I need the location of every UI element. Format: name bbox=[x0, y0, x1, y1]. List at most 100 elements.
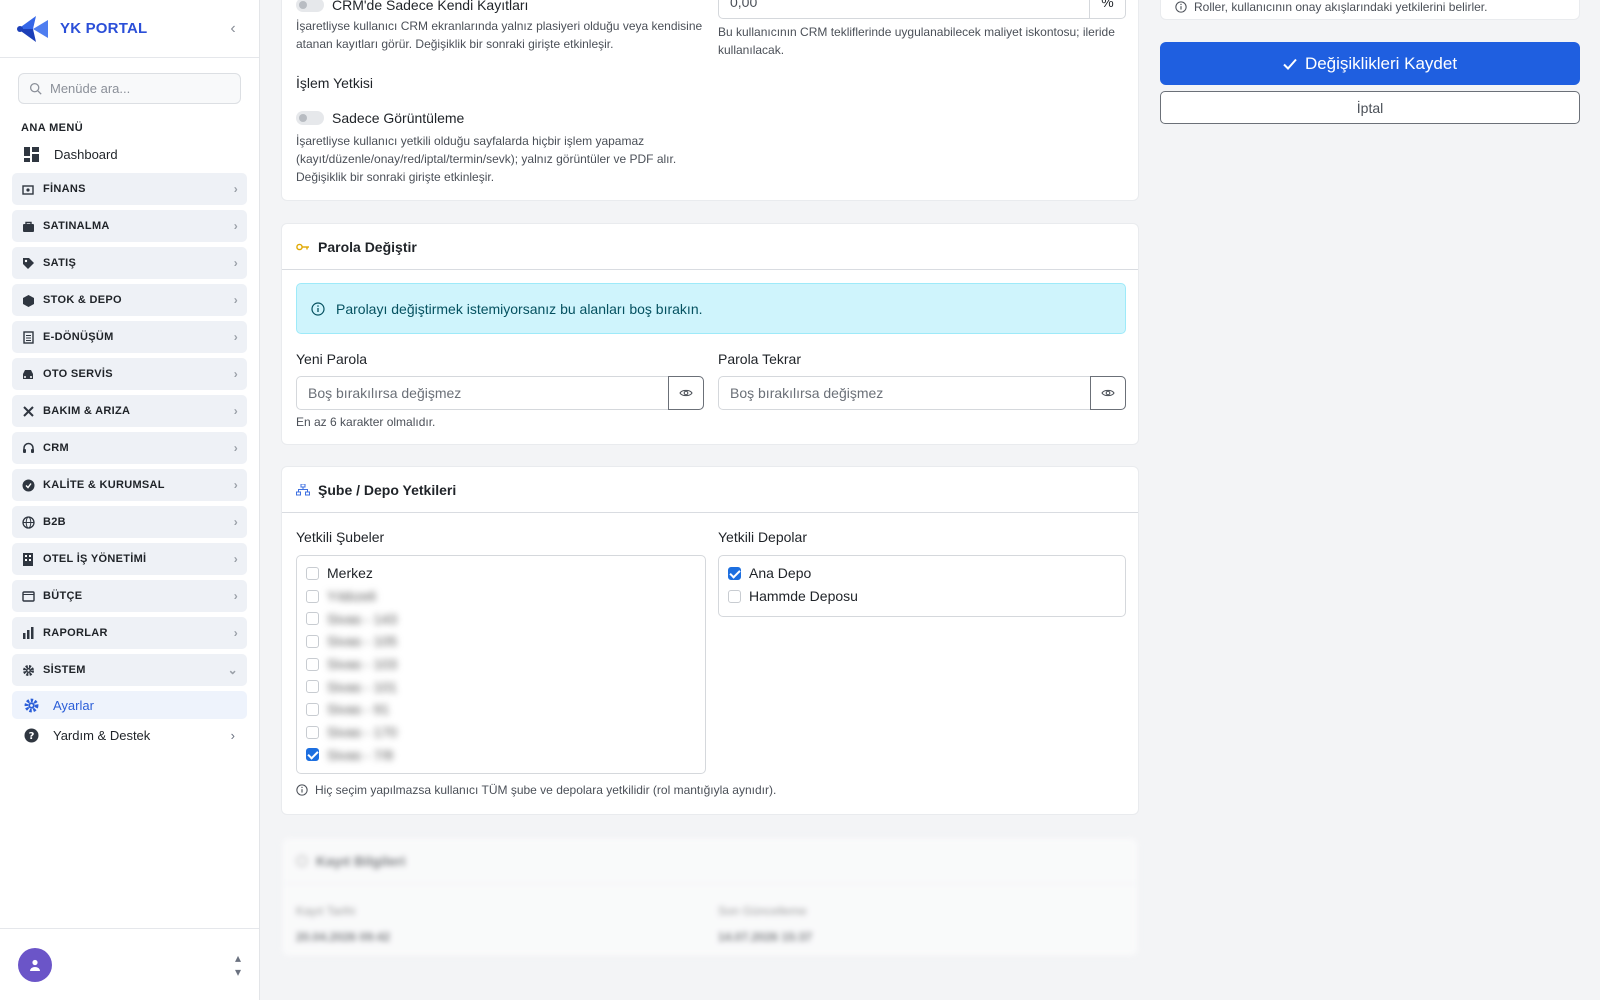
menu-search-input[interactable]: Menüde ara... bbox=[18, 73, 241, 104]
nav-group-label: BAKIM & ARIZA bbox=[43, 405, 131, 417]
toggle-password-visibility-button[interactable] bbox=[668, 376, 704, 410]
branch-checkbox-row[interactable]: Merkez bbox=[306, 562, 696, 585]
brand-logo-icon bbox=[17, 15, 48, 42]
branch-checkbox-row[interactable]: Sivas - 103 bbox=[306, 653, 696, 676]
nav-group-stok[interactable]: STOK & DEPO › bbox=[12, 284, 247, 316]
nav-group-satinalma[interactable]: SATINALMA › bbox=[12, 210, 247, 242]
new-password-help: En az 6 karakter olmalıdır. bbox=[296, 415, 436, 429]
depot-checkbox-row[interactable]: Ana Depo bbox=[728, 562, 1116, 585]
depot-checkbox[interactable] bbox=[728, 589, 741, 603]
nav-help[interactable]: ? Yardım & Destek › bbox=[12, 721, 247, 749]
depot-list[interactable]: Ana Depo Hammde Deposu bbox=[718, 555, 1126, 617]
save-changes-button[interactable]: Değişiklikleri Kaydet bbox=[1160, 42, 1580, 85]
branch-checkbox[interactable] bbox=[306, 657, 319, 671]
nav-group-butce[interactable]: BÜTÇE › bbox=[12, 580, 247, 612]
nav-group-raporlar[interactable]: RAPORLAR › bbox=[12, 617, 247, 649]
branch-checkbox-row[interactable]: Sivas - 91 bbox=[306, 698, 696, 721]
view-only-toggle[interactable] bbox=[296, 111, 324, 125]
created-value: 20.04.2026 09:42 bbox=[296, 930, 391, 944]
repeat-password-field[interactable]: Boş bırakılırsa değişmez bbox=[718, 376, 1126, 410]
info-icon bbox=[296, 784, 308, 796]
branch-checkbox[interactable] bbox=[306, 612, 319, 626]
branch-checkbox-row[interactable]: Sivas - 170 bbox=[306, 721, 696, 744]
sidebar-footer: ▴ ▾ bbox=[0, 928, 259, 1000]
nav-group-label: OTO SERVİS bbox=[43, 368, 113, 380]
branch-checkbox-row[interactable]: Sivas - 101 bbox=[306, 675, 696, 698]
percent-addon: % bbox=[1089, 0, 1125, 19]
branch-card-title: Şube / Depo Yetkileri bbox=[318, 481, 457, 498]
cancel-button[interactable]: İptal bbox=[1160, 91, 1580, 124]
brand-name: YK PORTAL bbox=[60, 20, 148, 37]
branch-checkbox-row[interactable]: Yıldızeli bbox=[306, 585, 696, 608]
expand-user-menu-icon[interactable]: ▴ ▾ bbox=[235, 951, 241, 979]
new-password-field[interactable]: Boş bırakılırsa değişmez bbox=[296, 376, 704, 410]
crm-toggle-row[interactable]: CRM'de Sadece Kendi Kayıtları bbox=[296, 0, 528, 13]
document-icon bbox=[21, 330, 35, 344]
avatar[interactable] bbox=[18, 947, 52, 982]
nav-group-satis[interactable]: SATIŞ › bbox=[12, 247, 247, 279]
depot-checkbox-row[interactable]: Hammde Deposu bbox=[728, 585, 1116, 608]
new-password-label: Yeni Parola bbox=[296, 351, 368, 367]
nav-dashboard-label: Dashboard bbox=[54, 146, 118, 162]
nav-dashboard[interactable]: Dashboard bbox=[12, 140, 247, 168]
nav-group-otel[interactable]: OTEL İŞ YÖNETİMİ › bbox=[12, 543, 247, 575]
chevron-right-icon: › bbox=[233, 626, 238, 640]
search-placeholder: Menüde ara... bbox=[50, 81, 131, 96]
branch-name: Sivas - 101 bbox=[327, 678, 398, 695]
new-password-placeholder: Boş bırakılırsa değişmez bbox=[308, 385, 462, 401]
branch-list[interactable]: Merkez Yıldızeli Sivas - 143 Sivas - 105 Siv… bbox=[296, 555, 706, 774]
check-icon bbox=[1283, 58, 1297, 70]
branch-checkbox[interactable] bbox=[306, 680, 319, 694]
updated-label: Son Güncelleme bbox=[718, 904, 807, 918]
gear-icon bbox=[24, 698, 39, 713]
password-card-header: Parola Değiştir bbox=[282, 224, 1138, 270]
branch-checkbox-row[interactable]: Sivas - 105 bbox=[306, 630, 696, 653]
discount-input[interactable]: 0,00 % bbox=[718, 0, 1126, 19]
bar-chart-icon bbox=[21, 626, 35, 640]
nav-group-sistem[interactable]: SİSTEM ⌄ bbox=[12, 654, 247, 686]
nav-group-label: SİSTEM bbox=[43, 664, 86, 676]
nav-group-label: CRM bbox=[43, 442, 69, 454]
password-alert-text: Parolayı değiştirmek istemiyorsanız bu a… bbox=[336, 300, 703, 317]
crm-own-records-toggle[interactable] bbox=[296, 0, 324, 12]
branch-checkbox-row[interactable]: Sivas - 143 bbox=[306, 607, 696, 630]
nav-group-kalite[interactable]: KALİTE & KURUMSAL › bbox=[12, 469, 247, 501]
nav-group-label: OTEL İŞ YÖNETİMİ bbox=[43, 553, 147, 565]
branch-checkbox[interactable] bbox=[306, 702, 319, 716]
nav-sub-ayarlar-label: Ayarlar bbox=[53, 697, 94, 713]
eye-icon bbox=[679, 389, 693, 397]
depot-checkbox[interactable] bbox=[728, 566, 741, 580]
nav-group-edonusum[interactable]: E-DÖNÜŞÜM › bbox=[12, 321, 247, 353]
view-only-row[interactable]: Sadece Görüntüleme bbox=[296, 110, 464, 126]
nav-group-b2b[interactable]: B2B › bbox=[12, 506, 247, 538]
branch-checkbox[interactable] bbox=[306, 725, 319, 739]
branch-checkbox-row[interactable]: Sivas - 7/8 bbox=[306, 744, 696, 767]
branch-checkbox[interactable] bbox=[306, 634, 319, 648]
sidebar: YK PORTAL ‹ Menüde ara... ANA MENÜ Dashb… bbox=[0, 0, 260, 1000]
depot-name: Hammde Deposu bbox=[749, 588, 858, 605]
crm-help-text: İşaretliyse kullanıcı CRM ekranlarında y… bbox=[296, 19, 703, 51]
collapse-sidebar-icon[interactable]: ‹ bbox=[223, 20, 243, 38]
nav-group-label: KALİTE & KURUMSAL bbox=[43, 479, 165, 491]
nav-sub-ayarlar[interactable]: Ayarlar bbox=[12, 691, 247, 719]
toggle-password-visibility-button[interactable] bbox=[1090, 376, 1126, 410]
branch-name: Sivas - 103 bbox=[327, 656, 398, 673]
roles-info-card: Roller, kullanıcının onay akışlarındaki … bbox=[1160, 0, 1580, 20]
nav-group-finans[interactable]: FİNANS › bbox=[12, 173, 247, 205]
nav-group-oto-servis[interactable]: OTO SERVİS › bbox=[12, 358, 247, 390]
nav-group-label: SATINALMA bbox=[43, 220, 110, 232]
chevron-right-icon: › bbox=[233, 404, 238, 418]
nav-group-label: STOK & DEPO bbox=[43, 294, 122, 306]
branch-checkbox[interactable] bbox=[306, 748, 319, 762]
roles-note: Roller, kullanıcının onay akışlarındaki … bbox=[1175, 0, 1487, 14]
permission-card: CRM'de Sadece Kendi Kayıtları İşaretliys… bbox=[281, 0, 1139, 201]
branch-checkbox[interactable] bbox=[306, 566, 319, 580]
branch-checkbox[interactable] bbox=[306, 589, 319, 603]
section-label: ANA MENÜ bbox=[21, 122, 84, 134]
nav-group-label: E-DÖNÜŞÜM bbox=[43, 331, 114, 343]
nav-group-bakim[interactable]: BAKIM & ARIZA › bbox=[12, 395, 247, 427]
box-icon bbox=[21, 293, 35, 307]
svg-text:?: ? bbox=[29, 731, 35, 742]
branch-depot-card: Şube / Depo Yetkileri Yetkili Şubeler Me… bbox=[281, 466, 1139, 815]
nav-group-crm[interactable]: CRM › bbox=[12, 432, 247, 464]
